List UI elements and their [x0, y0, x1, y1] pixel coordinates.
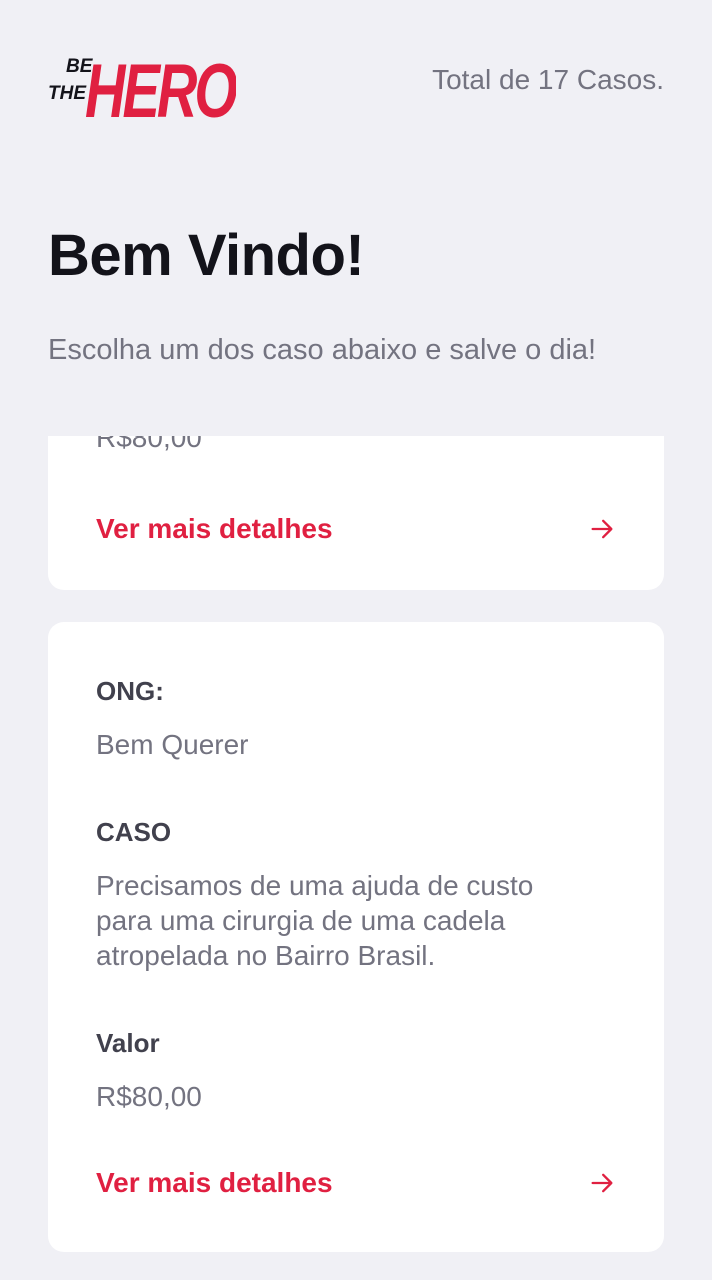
ong-label: ONG: [96, 676, 164, 706]
be-the-hero-logo: BE THE HERO [48, 49, 236, 121]
case-description: Precisamos de uma ajuda de custo para um… [96, 870, 534, 971]
arrow-right-icon [591, 1173, 613, 1193]
details-label: Ver mais detalhes [96, 513, 333, 544]
incident-value: R$80,00 [96, 436, 202, 453]
logo-the-text: THE [48, 83, 87, 104]
details-button[interactable]: Ver mais detalhes [96, 512, 616, 546]
incident-list[interactable]: R$80,00 Ver mais detalhes ONG: Bem Quere… [48, 436, 664, 1280]
page-subtitle: Escolha um dos caso abaixo e salve o dia… [48, 334, 597, 366]
value-label: Valor [96, 1028, 160, 1058]
logo-hero-text: HERO [85, 49, 236, 121]
details-button[interactable]: Ver mais detalhes [96, 1166, 616, 1200]
details-label: Ver mais detalhes [96, 1167, 333, 1198]
header: BE THE HERO Total de 17 Casos. [48, 38, 664, 122]
total-cases: Total de 17 Casos. [432, 64, 664, 95]
incident-card: ONG: Bem Querer CASO Precisamos de uma a… [48, 622, 664, 1252]
incident-value: R$80,00 [96, 1081, 202, 1112]
incident-card: R$80,00 Ver mais detalhes [48, 436, 664, 590]
arrow-right-icon [591, 519, 613, 539]
ong-name: Bem Querer [96, 729, 249, 760]
page-title: Bem Vindo! [48, 223, 365, 288]
case-label: CASO [96, 817, 172, 847]
